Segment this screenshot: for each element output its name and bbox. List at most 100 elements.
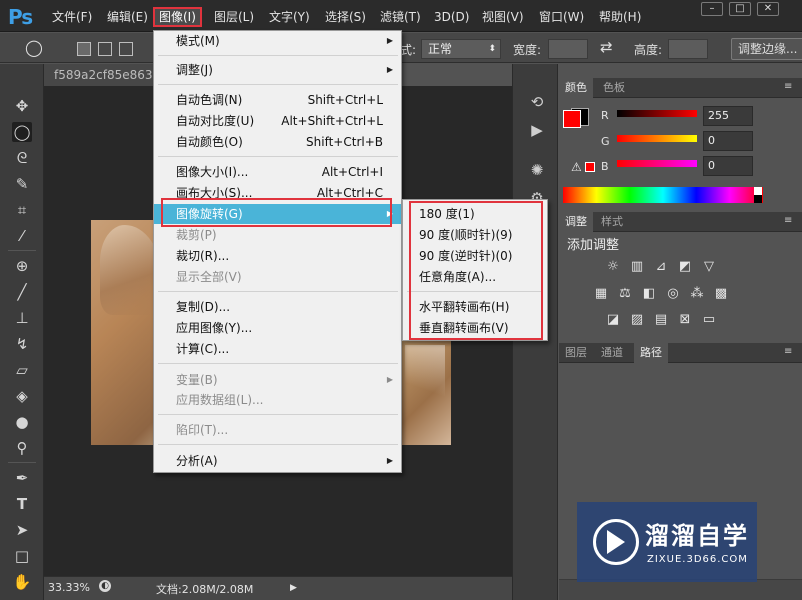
menu-layer[interactable]: 图层(L) bbox=[210, 7, 258, 27]
tab-paths[interactable]: 路径 bbox=[634, 343, 668, 363]
g-value-input[interactable]: 0 bbox=[703, 131, 753, 151]
tab-adjustments[interactable]: 调整 bbox=[559, 212, 593, 232]
status-info-icon[interactable]: ◐ bbox=[99, 580, 111, 592]
levels-icon[interactable]: ▥ bbox=[629, 259, 645, 275]
menu-item-adjustments[interactable]: 调整(J) ▶ bbox=[154, 60, 401, 80]
menu-item-calculations[interactable]: 计算(C)... bbox=[154, 339, 401, 359]
type-tool-icon[interactable]: T bbox=[12, 494, 32, 514]
menu-item-duplicate[interactable]: 复制(D)... bbox=[154, 297, 401, 317]
menu-item-image-size[interactable]: 图像大小(I)... Alt+Ctrl+I bbox=[154, 162, 401, 182]
menu-3d[interactable]: 3D(D) bbox=[430, 7, 473, 27]
tab-color[interactable]: 颜色 bbox=[559, 78, 593, 98]
submenu-arrow-icon: ▶ bbox=[386, 65, 393, 74]
tab-channels[interactable]: 通道 bbox=[595, 343, 629, 363]
dodge-tool-icon[interactable]: ⚲ bbox=[12, 438, 32, 458]
clone-stamp-tool-icon[interactable]: ⊥ bbox=[12, 308, 32, 328]
minimize-button[interactable]: – bbox=[701, 2, 723, 16]
restore-button[interactable]: □ bbox=[729, 2, 751, 16]
blur-tool-icon[interactable]: ● bbox=[12, 412, 32, 432]
refine-edge-button[interactable]: 调整边缘... bbox=[731, 38, 802, 60]
zoom-level[interactable]: 33.33% bbox=[48, 581, 90, 594]
r-value-input[interactable]: 255 bbox=[703, 106, 753, 126]
pen-tool-icon[interactable]: ✒ bbox=[12, 468, 32, 488]
style-select[interactable]: 正常 ⬍ bbox=[421, 39, 501, 59]
exposure-icon[interactable]: ◩ bbox=[677, 259, 693, 275]
menu-filter[interactable]: 滤镜(T) bbox=[376, 7, 425, 27]
lasso-tool-icon[interactable]: ᘓ bbox=[12, 148, 32, 168]
tab-swatches[interactable]: 色板 bbox=[597, 78, 631, 98]
hand-tool-icon[interactable]: ✋ bbox=[12, 572, 32, 592]
menu-item-auto-contrast[interactable]: 自动对比度(U) Alt+Shift+Ctrl+L bbox=[154, 111, 401, 131]
watermark-url: ZIXUE.3D66.COM bbox=[647, 554, 748, 565]
invert-icon[interactable]: ◪ bbox=[605, 312, 621, 328]
black-swatch[interactable] bbox=[754, 195, 762, 203]
selective-color-icon[interactable]: ⊠ bbox=[677, 312, 693, 328]
document-tab[interactable]: f589a2cf85e8635f bbox=[44, 64, 164, 86]
gamut-warning-icon[interactable]: ⚠ bbox=[571, 160, 582, 174]
menu-item-auto-tone[interactable]: 自动色调(N) Shift+Ctrl+L bbox=[154, 90, 401, 110]
move-tool-icon[interactable]: ✥ bbox=[12, 96, 32, 116]
history-brush-tool-icon[interactable]: ↯ bbox=[12, 334, 32, 354]
add-selection-icon[interactable] bbox=[98, 42, 112, 56]
tab-styles[interactable]: 样式 bbox=[595, 212, 629, 232]
foreground-color-swatch[interactable] bbox=[563, 110, 581, 128]
height-input[interactable] bbox=[668, 39, 708, 59]
tab-layers[interactable]: 图层 bbox=[559, 343, 593, 363]
channel-mixer-icon[interactable]: ⁂ bbox=[689, 286, 705, 302]
eraser-tool-icon[interactable]: ▱ bbox=[12, 360, 32, 380]
menu-file[interactable]: 文件(F) bbox=[48, 7, 96, 27]
b-value-input[interactable]: 0 bbox=[703, 156, 753, 176]
g-slider[interactable] bbox=[617, 135, 697, 142]
black-white-icon[interactable]: ◧ bbox=[641, 286, 657, 302]
menu-item-mode[interactable]: 模式(M) ▶ bbox=[154, 31, 401, 51]
menu-window[interactable]: 窗口(W) bbox=[535, 7, 588, 27]
elliptical-marquee-icon[interactable]: ◯ bbox=[25, 38, 43, 57]
rectangle-tool-icon[interactable]: □ bbox=[12, 546, 32, 566]
subtract-selection-icon[interactable] bbox=[119, 42, 133, 56]
menu-select[interactable]: 选择(S) bbox=[321, 7, 370, 27]
eyedropper-tool-icon[interactable]: ⁄ bbox=[12, 226, 32, 246]
menu-help[interactable]: 帮助(H) bbox=[595, 7, 645, 27]
brush-tool-icon[interactable]: ╱ bbox=[12, 282, 32, 302]
curves-icon[interactable]: ⊿ bbox=[653, 259, 669, 275]
white-swatch[interactable] bbox=[754, 187, 762, 195]
hue-saturation-icon[interactable]: ▦ bbox=[593, 286, 609, 302]
actions-panel-icon[interactable]: ▶ bbox=[527, 120, 547, 140]
color-balance-icon[interactable]: ⚖ bbox=[617, 286, 633, 302]
panel-menu-icon[interactable]: ≡ bbox=[784, 81, 796, 93]
vibrance-icon[interactable]: ▽ bbox=[701, 259, 717, 275]
panel-menu-icon[interactable]: ≡ bbox=[784, 215, 796, 227]
paint-bucket-tool-icon[interactable]: ◈ bbox=[12, 386, 32, 406]
history-panel-icon[interactable]: ⟲ bbox=[527, 92, 547, 112]
brush-settings-icon[interactable]: ✺ bbox=[527, 160, 547, 180]
posterize-icon[interactable]: ▨ bbox=[629, 312, 645, 328]
menu-item-analysis[interactable]: 分析(A) ▶ bbox=[154, 451, 401, 471]
new-selection-icon[interactable] bbox=[77, 42, 91, 56]
menu-item-trim[interactable]: 裁切(R)... bbox=[154, 246, 401, 266]
gradient-map-icon[interactable]: ▭ bbox=[701, 312, 717, 328]
healing-brush-tool-icon[interactable]: ⊕ bbox=[12, 256, 32, 276]
swap-arrows-icon[interactable]: ⇄ bbox=[600, 38, 613, 56]
color-lookup-icon[interactable]: ▩ bbox=[713, 286, 729, 302]
menu-view[interactable]: 视图(V) bbox=[478, 7, 528, 27]
menu-type[interactable]: 文字(Y) bbox=[265, 7, 314, 27]
b-slider[interactable] bbox=[617, 160, 697, 167]
width-input[interactable] bbox=[548, 39, 588, 59]
menu-item-auto-color[interactable]: 自动颜色(O) Shift+Ctrl+B bbox=[154, 132, 401, 152]
gamut-swatch[interactable] bbox=[585, 162, 595, 172]
color-spectrum-ramp[interactable] bbox=[563, 187, 763, 203]
brightness-contrast-icon[interactable]: ☼ bbox=[605, 259, 621, 275]
menu-edit[interactable]: 编辑(E) bbox=[103, 7, 152, 27]
close-button[interactable]: ✕ bbox=[757, 2, 779, 16]
menu-item-apply-image[interactable]: 应用图像(Y)... bbox=[154, 318, 401, 338]
elliptical-marquee-tool-icon[interactable]: ◯ bbox=[12, 122, 32, 142]
menu-image[interactable]: 图像(I) bbox=[153, 7, 202, 27]
panel-menu-icon[interactable]: ≡ bbox=[784, 346, 796, 358]
path-selection-tool-icon[interactable]: ➤ bbox=[12, 520, 32, 540]
status-arrow-icon[interactable]: ▶ bbox=[290, 583, 297, 593]
photo-filter-icon[interactable]: ◎ bbox=[665, 286, 681, 302]
r-slider[interactable] bbox=[617, 110, 697, 117]
crop-tool-icon[interactable]: ⌗ bbox=[12, 200, 32, 220]
quick-selection-tool-icon[interactable]: ✎ bbox=[12, 174, 32, 194]
threshold-icon[interactable]: ▤ bbox=[653, 312, 669, 328]
